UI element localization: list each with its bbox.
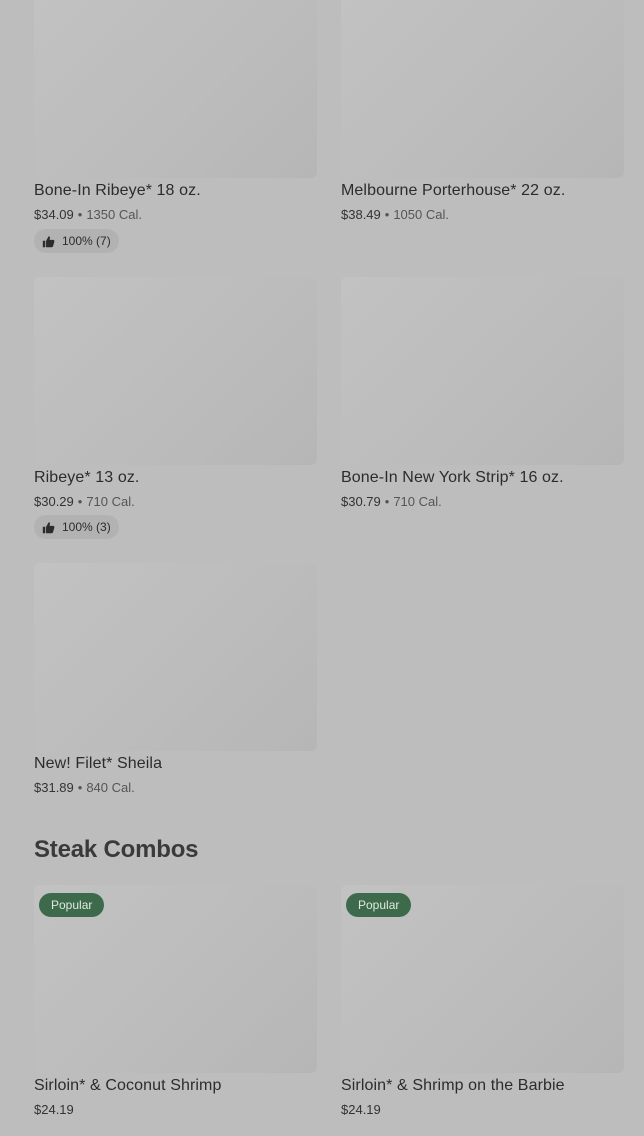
combo-item-card[interactable]: Popular Sirloin* & Coconut Shrimp $24.19 xyxy=(34,885,317,1117)
menu-item-meta: $31.89 • 840 Cal. xyxy=(34,780,135,795)
menu-item-calories: 840 Cal. xyxy=(86,780,135,795)
rating-badge: 100% (3) xyxy=(34,515,119,539)
menu-item-card[interactable]: Bone-In New York Strip* 16 oz. $30.79 • 71… xyxy=(341,277,624,509)
thumbs-up-icon xyxy=(42,235,55,247)
section-title: Steak Combos xyxy=(34,836,199,863)
popular-badge: Popular xyxy=(39,893,105,917)
menu-item-meta: $24.19 xyxy=(34,1102,74,1117)
menu-item-card[interactable]: Melbourne Porterhouse* 22 oz. $38.49 • 105… xyxy=(341,0,624,222)
menu-item-name[interactable]: Melbourne Porterhouse* 22 oz. xyxy=(341,182,565,200)
menu-item-meta: $24.19 xyxy=(341,1102,381,1117)
menu-item-card[interactable]: Ribeye* 13 oz. $30.29 • 710 Cal. 100% (3) xyxy=(34,277,317,539)
menu-item-name[interactable]: Sirloin* & Shrimp on the Barbie xyxy=(341,1077,565,1095)
menu-item-image[interactable]: Popular xyxy=(34,885,317,1073)
menu-item-name[interactable]: Sirloin* & Coconut Shrimp xyxy=(34,1077,221,1095)
thumbs-up-icon xyxy=(42,521,55,533)
menu-item-card[interactable]: Bone-In Ribeye* 18 oz. $34.09 • 1350 Cal. … xyxy=(34,0,317,253)
separator-dot: • xyxy=(77,207,83,222)
menu-item-calories: 1050 Cal. xyxy=(393,207,449,222)
menu-item-calories: 1350 Cal. xyxy=(86,207,142,222)
combo-item-card[interactable]: Popular Sirloin* & Shrimp on the Barbie … xyxy=(341,885,624,1117)
menu-item-meta: $38.49 • 1050 Cal. xyxy=(341,207,449,222)
menu-item-price: $24.19 xyxy=(341,1102,381,1117)
separator-dot: • xyxy=(384,494,390,509)
menu-item-price: $34.09 xyxy=(34,207,74,222)
menu-item-image[interactable] xyxy=(341,277,624,465)
menu-item-name[interactable]: Ribeye* 13 oz. xyxy=(34,469,139,487)
menu-item-calories: 710 Cal. xyxy=(393,494,442,509)
menu-item-image[interactable]: Popular xyxy=(341,885,624,1073)
separator-dot: • xyxy=(77,780,83,795)
menu-item-price: $31.89 xyxy=(34,780,74,795)
menu-item-card[interactable]: New! Filet* Sheila $31.89 • 840 Cal. xyxy=(34,563,317,795)
separator-dot: • xyxy=(384,207,390,222)
rating-badge: 100% (7) xyxy=(34,229,119,253)
popular-badge: Popular xyxy=(346,893,412,917)
menu-item-price: $30.79 xyxy=(341,494,381,509)
menu-item-name[interactable]: New! Filet* Sheila xyxy=(34,755,162,773)
menu-item-price: $30.29 xyxy=(34,494,74,509)
separator-dot: • xyxy=(77,494,83,509)
menu-item-meta: $34.09 • 1350 Cal. xyxy=(34,207,142,222)
menu-item-image[interactable] xyxy=(34,563,317,751)
menu-item-name[interactable]: Bone-In Ribeye* 18 oz. xyxy=(34,182,201,200)
rating-text: 100% (7) xyxy=(62,234,111,248)
menu-item-calories: 710 Cal. xyxy=(86,494,135,509)
menu-item-name[interactable]: Bone-In New York Strip* 16 oz. xyxy=(341,469,564,487)
menu-item-price: $38.49 xyxy=(341,207,381,222)
menu-item-meta: $30.29 • 710 Cal. xyxy=(34,494,135,509)
menu-item-image[interactable] xyxy=(34,0,317,178)
menu-item-image[interactable] xyxy=(34,277,317,465)
menu-item-meta: $30.79 • 710 Cal. xyxy=(341,494,442,509)
menu-item-price: $24.19 xyxy=(34,1102,74,1117)
menu-page: Bone-In Ribeye* 18 oz. $34.09 • 1350 Cal. … xyxy=(0,0,644,1136)
rating-text: 100% (3) xyxy=(62,520,111,534)
menu-item-image[interactable] xyxy=(341,0,624,178)
